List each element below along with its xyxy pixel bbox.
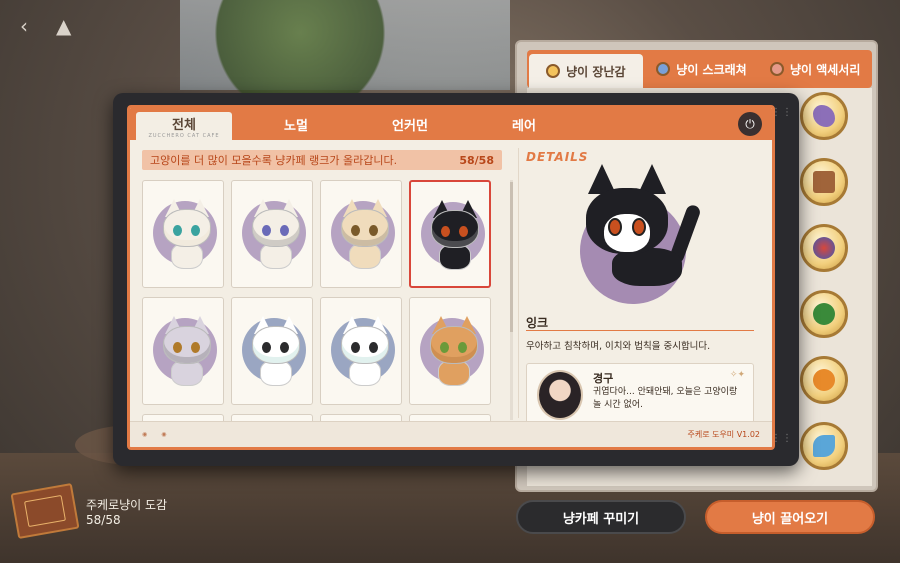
rank-text: 고양이를 더 많이 모을수록 냥카페 랭크가 올라갑니다. <box>150 154 398 167</box>
tab-cat-toys[interactable]: 냥이 장난감 <box>529 54 643 88</box>
pumpkin-icon[interactable] <box>800 356 848 404</box>
tab-rare[interactable]: 레어 <box>474 108 574 140</box>
yarn-icon <box>546 64 561 78</box>
accessory-tabs: 냥이 장난감 냥이 스크래쳐 냥이 액세서리 <box>527 50 872 88</box>
fish-toy-icon[interactable] <box>800 422 848 470</box>
cat-sprite <box>161 316 213 388</box>
sparkle-icon: ✧✦ <box>729 370 745 380</box>
chevron-left-icon[interactable]: ‹ <box>20 14 28 38</box>
tab-label: 레어 <box>512 118 536 134</box>
staff-quote-box: 경구 귀엽다아... 안돼안돼, 오늘은 고양이랑 놀 시간 없어. ✧✦ <box>526 363 754 425</box>
lure-cat-button[interactable]: 냥이 끌어오기 <box>705 500 875 534</box>
screen-footer: ◉ ◉ 주케로 도우미 V1.02 <box>130 421 772 447</box>
cat-card[interactable] <box>142 297 224 405</box>
cat-card[interactable] <box>231 180 313 288</box>
version-label: 주케로 도우미 V1.02 <box>687 430 760 439</box>
tab-label: 언커먼 <box>392 118 428 134</box>
cat-sprite <box>428 316 480 388</box>
tab-label: 전체 <box>172 117 196 133</box>
cat-card[interactable] <box>142 180 224 288</box>
ball-icon[interactable] <box>800 224 848 272</box>
cat-card[interactable] <box>409 180 491 288</box>
name-underline <box>526 330 754 331</box>
details-logo: DETAILS <box>526 150 589 164</box>
panel-divider <box>518 148 519 418</box>
decorate-cafe-button[interactable]: 냥카페 꾸미기 <box>516 500 686 534</box>
quote-speaker: 경구 <box>593 372 614 385</box>
toy-list <box>800 92 848 470</box>
tab-normal[interactable]: 노멀 <box>246 108 346 140</box>
cat-name: 잉크 <box>526 316 549 330</box>
cat-card[interactable] <box>231 297 313 405</box>
quote-text: 귀엽다아... 안돼안돼, 오늘은 고양이랑 놀 시간 없어. <box>593 387 738 410</box>
tab-label: 냥이 장난감 <box>566 64 626 79</box>
avatar <box>537 370 583 420</box>
cat-sprite <box>429 200 481 272</box>
tab-label: 노멀 <box>284 118 308 134</box>
tab-label: 냥이 스크래쳐 <box>676 62 747 77</box>
cat-card[interactable] <box>409 297 491 405</box>
tab-sublabel: ZUCCHERO CAT CAFE <box>148 132 220 139</box>
dex-count: 58/58 <box>86 513 121 527</box>
dex-screen: 전체 ZUCCHERO CAT CAFE 노멀 언커먼 레어 ⏻ 고양이를 더 … <box>127 105 775 450</box>
cat-card-grid <box>142 180 506 447</box>
tab-all[interactable]: 전체 ZUCCHERO CAT CAFE <box>136 112 232 140</box>
gift-box-icon[interactable] <box>800 158 848 206</box>
cat-sprite <box>339 316 391 388</box>
cat-sprite <box>339 199 391 271</box>
scrollbar-thumb[interactable] <box>510 182 513 332</box>
footer-logo-icon: ◉ <box>161 431 167 438</box>
tab-label: 냥이 액세서리 <box>789 62 861 77</box>
selected-cat-portrait <box>586 164 736 294</box>
dolphin-toy-icon[interactable] <box>800 92 848 140</box>
rank-count: 58/58 <box>459 153 494 167</box>
triangle-logo-icon[interactable]: ▲ <box>56 14 71 38</box>
power-icon[interactable]: ⏻ <box>738 112 762 136</box>
cat-sprite <box>161 199 213 271</box>
rank-info-bar: 고양이를 더 많이 모을수록 냥카페 랭크가 올라갑니다. 58/58 <box>142 150 502 170</box>
cat-dex-device: ⋮⋮ ⋮⋮ 전체 ZUCCHERO CAT CAFE 노멀 언커먼 레어 ⏻ 고… <box>113 93 799 466</box>
cat-card[interactable] <box>320 180 402 288</box>
watermelon-icon[interactable] <box>800 290 848 338</box>
cat-sprite <box>250 316 302 388</box>
cat-card[interactable] <box>320 297 402 405</box>
tab-uncommon[interactable]: 언커먼 <box>360 108 460 140</box>
cat-description: 우아하고 침착하며, 이치와 법칙을 중시합니다. <box>526 341 711 352</box>
dex-title: 주케로냥이 도감 <box>86 498 168 512</box>
footer-logo-icon: ◉ <box>142 431 148 438</box>
accessory-icon <box>769 62 784 76</box>
diamond-icon <box>656 62 671 76</box>
cat-sprite <box>250 199 302 271</box>
rarity-tabs: 전체 ZUCCHERO CAT CAFE 노멀 언커먼 레어 ⏻ <box>130 108 772 140</box>
tab-cat-scratcher[interactable]: 냥이 스크래쳐 <box>645 50 759 88</box>
tab-cat-accessory[interactable]: 냥이 액세서리 <box>758 50 872 88</box>
